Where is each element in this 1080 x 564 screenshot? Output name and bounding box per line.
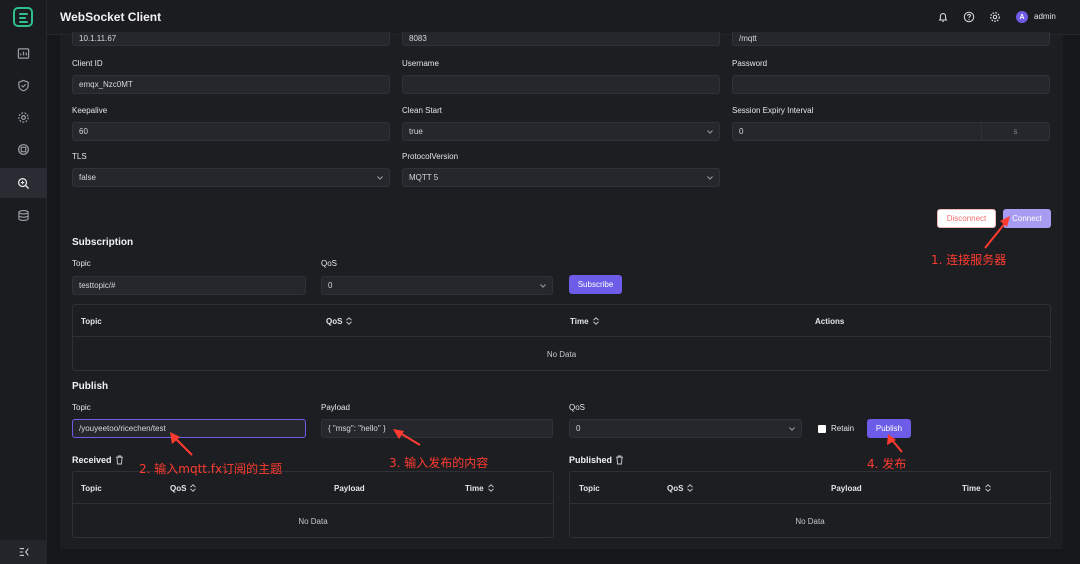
chevron-down-icon [789, 427, 795, 431]
subscribe-button[interactable]: Subscribe [569, 275, 622, 294]
sort-icon [984, 484, 991, 492]
published-title: Published [569, 455, 613, 465]
payload-label: Payload [321, 403, 350, 412]
keepalive-input[interactable]: 60 [72, 122, 390, 141]
column-header-payload[interactable]: Payload [831, 472, 862, 504]
empty-text: No Data [795, 517, 825, 526]
username-label: Username [402, 59, 439, 68]
sort-icon [346, 317, 353, 325]
column-header-actions: Actions [815, 316, 845, 326]
clean-start-select[interactable]: true [402, 122, 720, 141]
session-expiry-unit: s [981, 123, 1049, 140]
publish-title: Publish [72, 381, 109, 392]
sort-icon [687, 484, 694, 492]
collapse-sidebar-icon[interactable] [0, 540, 47, 564]
chevron-down-icon [540, 284, 546, 288]
column-header-time[interactable]: Time [465, 472, 494, 504]
disconnect-button[interactable]: Disconnect [937, 209, 996, 228]
protocol-version-select[interactable]: MQTT 5 [402, 168, 720, 187]
client-id-input[interactable]: emqx_Nzc0MT [72, 75, 390, 94]
annotation-step2: 2. 输入mqtt.fx订阅的主题 [139, 462, 283, 476]
empty-text: No Data [546, 350, 577, 359]
retain-checkbox[interactable] [818, 425, 826, 433]
port-field[interactable]: 8083 [402, 32, 720, 46]
session-expiry-label: Session Expiry Interval [732, 106, 814, 115]
nav-gear-icon[interactable] [0, 102, 47, 132]
password-input[interactable] [732, 75, 1050, 94]
subscription-topic-label: Topic [72, 259, 91, 268]
trash-icon[interactable] [115, 455, 124, 465]
user-name[interactable]: admin [1034, 12, 1056, 21]
nav-dashboard-icon[interactable] [0, 38, 47, 68]
tls-select[interactable]: false [72, 168, 390, 187]
session-expiry-input[interactable]: 0 s [732, 122, 1050, 141]
publish-qos-label: QoS [569, 403, 586, 412]
publish-topic-label: Topic [72, 403, 91, 412]
path-field[interactable]: /mqtt [732, 32, 1050, 46]
connect-button[interactable]: Connect [1003, 209, 1051, 228]
chevron-down-icon [707, 130, 713, 134]
username-input[interactable] [402, 75, 720, 94]
bell-icon[interactable] [936, 10, 950, 24]
chevron-down-icon [707, 176, 713, 180]
subscription-title: Subscription [72, 237, 134, 248]
clean-start-label: Clean Start [402, 106, 443, 115]
column-header-time[interactable]: Time [962, 472, 991, 504]
subscription-table: Topic QoS Time Actions No Data [72, 304, 1051, 371]
protocol-version-label: ProtocolVersion [402, 152, 459, 161]
column-header-topic[interactable]: Topic [81, 472, 102, 504]
top-header: WebSocket Client A admin [47, 0, 1080, 35]
column-header-qos[interactable]: QoS [326, 305, 353, 337]
published-table: Topic QoS Payload Time No Data [569, 471, 1051, 538]
payload-input[interactable]: { "msg": "hello" } [321, 419, 553, 438]
emqx-logo-icon[interactable] [13, 7, 33, 27]
column-header-topic[interactable]: Topic [81, 305, 102, 337]
subscription-qos-select[interactable]: 0 [321, 276, 553, 295]
keepalive-label: Keepalive [72, 106, 108, 115]
settings-gear-icon[interactable] [988, 10, 1002, 24]
annotation-step1: 1. 连接服务器 [931, 253, 1007, 267]
received-title: Received [72, 455, 112, 465]
host-field[interactable]: 10.1.11.67 [72, 32, 390, 46]
empty-text: No Data [298, 517, 328, 526]
nav-diagnose-icon[interactable] [0, 168, 47, 198]
nav-plugin-icon[interactable] [0, 134, 47, 164]
column-header-payload[interactable]: Payload [334, 472, 365, 504]
column-header-time[interactable]: Time [570, 305, 599, 337]
password-label: Password [732, 59, 768, 68]
received-table: Topic QoS Payload Time No Data [72, 471, 554, 538]
publish-button[interactable]: Publish [867, 419, 911, 438]
left-rail [0, 0, 47, 564]
avatar[interactable]: A [1016, 11, 1028, 23]
help-icon[interactable] [962, 10, 976, 24]
subscription-topic-input[interactable]: testtopic/# [72, 276, 306, 295]
publish-qos-select[interactable]: 0 [569, 419, 802, 438]
chevron-down-icon [377, 176, 383, 180]
sort-icon [487, 484, 494, 492]
publish-topic-input[interactable]: /youyeetoo/ricechen/test [72, 419, 306, 438]
tls-label: TLS [72, 152, 87, 161]
page-title: WebSocket Client [60, 10, 162, 24]
annotation-step4: 4. 发布 [867, 457, 907, 471]
retain-label: Retain [831, 424, 855, 433]
subscription-qos-label: QoS [321, 259, 338, 268]
annotation-step3: 3. 输入发布的内容 [389, 456, 489, 470]
trash-icon[interactable] [615, 455, 624, 465]
sort-icon [592, 317, 599, 325]
column-header-qos[interactable]: QoS [667, 472, 694, 504]
column-header-topic[interactable]: Topic [579, 472, 600, 504]
client-id-label: Client ID [72, 59, 103, 68]
nav-database-icon[interactable] [0, 200, 47, 230]
sort-icon [190, 484, 197, 492]
nav-shield-icon[interactable] [0, 70, 47, 100]
